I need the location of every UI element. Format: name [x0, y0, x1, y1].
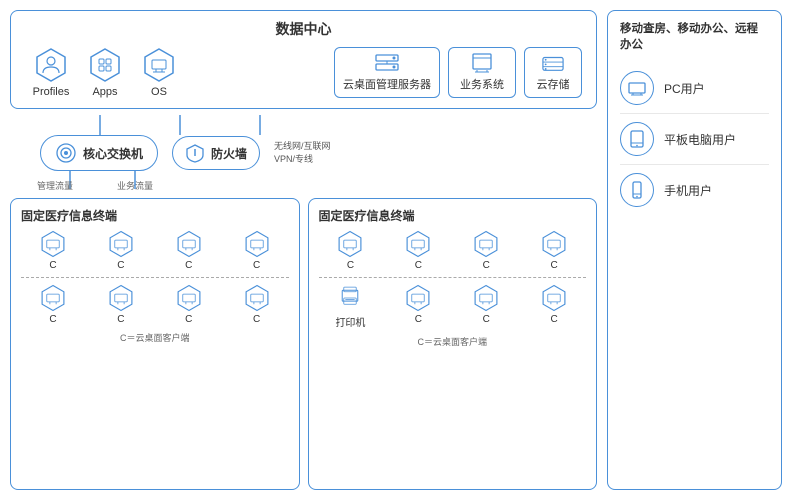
os-item: OS [133, 47, 185, 98]
pc-user-row: PC用户 [620, 63, 769, 114]
profiles-label: Profiles [33, 86, 70, 98]
terminal-icon-item: C [522, 284, 586, 329]
tablet-user-label: 平板电脑用户 [664, 131, 736, 148]
printer-item: 打印机 [319, 284, 383, 329]
biz-system-label: 业务系统 [460, 76, 504, 92]
os-label: OS [151, 86, 167, 98]
mgmt-flow-label: 管理流量 [30, 179, 80, 192]
terminal-icon-item: C [225, 284, 289, 325]
datacenter-title: 数据中心 [25, 19, 582, 39]
terminal-icon-item: C [522, 230, 586, 271]
terminal-1-note: C＝云桌面客户端 [21, 331, 289, 344]
terminal-2-note: C＝云桌面客户端 [319, 335, 587, 348]
tablet-user-row: 平板电脑用户 [620, 114, 769, 165]
mgmt-server-label: 云桌面管理服务器 [343, 76, 431, 92]
terminal-icon-item: C [454, 284, 518, 329]
phone-user-row: 手机用户 [620, 165, 769, 215]
right-panel-title: 移动查房、移动办公、远程办公 [620, 21, 769, 53]
apps-label: Apps [92, 86, 117, 98]
printer-label: 打印机 [335, 314, 365, 329]
terminal-icon-item: C [157, 230, 221, 271]
terminal-box-2: 固定医疗信息终端 C [308, 198, 598, 490]
terminal-icon-item: C [386, 230, 450, 271]
terminal-icon-item: C [157, 284, 221, 325]
terminal-icon-item: C [89, 230, 153, 271]
apps-item: Apps [79, 47, 131, 98]
terminal-1-title: 固定医疗信息终端 [21, 207, 289, 224]
pc-user-icon [620, 71, 654, 105]
cloud-storage-label: 云存储 [537, 76, 570, 92]
phone-user-icon [620, 173, 654, 207]
terminal-icon-item: C [454, 230, 518, 271]
biz-flow-label: 业务流量 [110, 179, 160, 192]
terminal-icon-item: C [21, 284, 85, 325]
datacenter-box: 数据中心 Profiles [10, 10, 597, 109]
firewall-box: 防火墙 [172, 136, 260, 170]
switch-label: 核心交换机 [83, 145, 143, 162]
right-panel: 移动查房、移动办公、远程办公 PC用户 [607, 10, 782, 490]
terminal-box-1: 固定医疗信息终端 C [10, 198, 300, 490]
mgmt-server-box: 云桌面管理服务器 [334, 47, 440, 98]
terminal-icon-item: C [319, 230, 383, 271]
biz-system-box: 业务系统 [448, 47, 516, 98]
firewall-label: 防火墙 [211, 145, 247, 162]
terminal-icon-item: C [89, 284, 153, 325]
profiles-item: Profiles [25, 47, 77, 98]
terminal-icon-item: C [225, 230, 289, 271]
wireless-label: 无线网/互联网 VPN/专线 [274, 140, 331, 165]
terminal-2-title: 固定医疗信息终端 [319, 207, 587, 224]
terminal-icon-item: C [21, 230, 85, 271]
phone-user-label: 手机用户 [664, 182, 712, 199]
pc-user-label: PC用户 [664, 80, 705, 97]
terminal-icon-item: C [386, 284, 450, 329]
cloud-storage-box: 云存储 [524, 47, 582, 98]
tablet-user-icon [620, 122, 654, 156]
core-switch-box: 核心交换机 [40, 135, 158, 171]
